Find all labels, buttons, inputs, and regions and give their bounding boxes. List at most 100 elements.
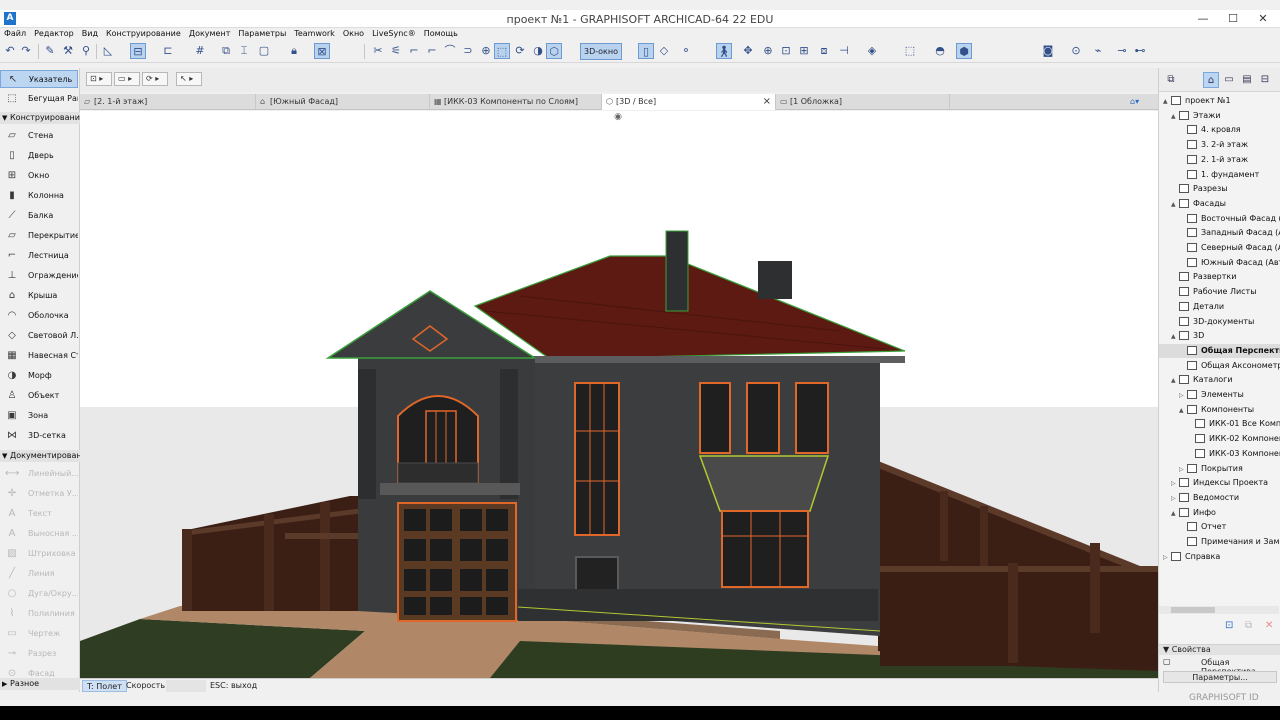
tab-3d[interactable]: ⬡ [3D / Все] × xyxy=(602,94,776,110)
menu-window[interactable]: Окно xyxy=(339,28,368,40)
expand-icon[interactable]: ▲ xyxy=(1171,374,1179,388)
expand-icon[interactable]: ▲ xyxy=(1179,404,1187,418)
tree-item[interactable]: Примечания и Замет xyxy=(1179,535,1280,549)
explore-icon[interactable]: ✥ xyxy=(740,43,756,59)
tool-b-icon[interactable]: ⊸ xyxy=(1114,43,1130,59)
menu-view[interactable]: Вид xyxy=(78,28,102,40)
tree-item[interactable]: Детали xyxy=(1171,300,1224,314)
tree-item[interactable]: Общая Перспектива xyxy=(1159,343,1280,358)
tool-column[interactable]: ▮ Колонна xyxy=(0,187,78,205)
adjust-icon[interactable]: ⌐ xyxy=(406,43,422,59)
tree-item[interactable]: Отчет xyxy=(1179,520,1226,534)
zoom-icon[interactable]: ⊞ xyxy=(796,43,812,59)
tree-item[interactable]: ▲ Компоненты xyxy=(1179,403,1254,417)
tool-beam[interactable]: ⟋ Балка xyxy=(0,207,78,225)
expand-icon[interactable]: ▲ xyxy=(1171,507,1179,521)
properties-header[interactable]: ▼ Свойства xyxy=(1159,645,1280,655)
eyedropper-icon[interactable]: ⚲ xyxy=(78,43,94,59)
tab-layout[interactable]: ▭ [1 Обложка] xyxy=(776,94,950,110)
tree-item[interactable]: ▷ Покрытия xyxy=(1179,462,1243,476)
tree-item[interactable]: Северный Фасад (Авто) xyxy=(1179,241,1280,255)
tool-window[interactable]: ⊞ Окно xyxy=(0,167,78,185)
tool-3d-mesh[interactable]: ⋈ 3D-сетка xyxy=(0,427,78,445)
cut-plane-icon[interactable]: ⊣ xyxy=(836,43,852,59)
guide-line-icon[interactable]: ⊟ xyxy=(130,43,146,59)
3d-view-icon[interactable]: ⬡ xyxy=(546,43,562,59)
tool-arc[interactable]: ○ Дуга/Окру... xyxy=(0,585,78,603)
tool-text[interactable]: A Текст xyxy=(0,505,78,523)
style-icon[interactable]: ◓ xyxy=(932,43,948,59)
toolbox-group-misc[interactable]: ▶ Разное xyxy=(0,678,80,690)
project-map-icon[interactable]: ⌂ xyxy=(1203,72,1219,88)
tree-item[interactable]: ▷ Справка xyxy=(1163,550,1220,564)
expand-icon[interactable]: ▷ xyxy=(1171,492,1179,506)
shading-icon[interactable]: ⬢ xyxy=(956,43,972,59)
tree-item[interactable]: Рабочие Листы xyxy=(1171,285,1257,299)
expand-icon[interactable]: ▷ xyxy=(1163,551,1171,565)
info-geometry-method[interactable]: ⊡ ▸ xyxy=(86,72,112,86)
expand-icon[interactable]: ▷ xyxy=(1179,463,1187,477)
tree-item[interactable]: ИКК-03 Компоненты xyxy=(1187,447,1280,461)
new-view-icon[interactable]: ⊡ xyxy=(1225,620,1233,631)
expand-icon[interactable]: ▲ xyxy=(1171,330,1179,344)
lock-icon[interactable]: 🔒︎ xyxy=(286,43,302,59)
menu-options[interactable]: Параметры xyxy=(234,28,290,40)
tree-item[interactable]: ▷ Элементы xyxy=(1179,388,1244,402)
tree-item[interactable]: 2. 1-й этаж xyxy=(1179,153,1248,167)
tool-fill[interactable]: ▨ Штриховка xyxy=(0,545,78,563)
tool-stair[interactable]: ⌐ Лестница xyxy=(0,247,78,265)
info-marquee-type[interactable]: ⟳ ▸ xyxy=(142,72,168,86)
tool-arrow[interactable]: ↖ Указатель xyxy=(0,70,78,88)
rotate-icon[interactable]: ⟳ xyxy=(512,43,528,59)
trim-icon[interactable]: ✂ xyxy=(370,43,386,59)
intersect-icon[interactable]: ⌐ xyxy=(424,43,440,59)
toolbox-group-document[interactable]: ▼ Документировани xyxy=(0,450,80,462)
tree-item[interactable]: ▲ Фасады xyxy=(1171,197,1226,211)
expand-icon[interactable]: ▲ xyxy=(1171,110,1179,124)
tab-list-icon[interactable]: ⌂▾ xyxy=(1126,94,1158,110)
tab-south-elevation[interactable]: ⌂ [Южный Фасад] xyxy=(256,94,430,110)
tree-item[interactable]: ▲ Инфо xyxy=(1171,506,1216,520)
tool-section[interactable]: ⊸ Разрез xyxy=(0,645,78,663)
tool-c-icon[interactable]: ⊷ xyxy=(1132,43,1148,59)
offset-icon[interactable]: ⊃ xyxy=(460,43,476,59)
tree-root[interactable]: ▲ проект №1 xyxy=(1163,94,1231,108)
grid-icon[interactable]: # xyxy=(192,43,208,59)
orbit-icon[interactable]: ⚬ xyxy=(678,43,694,59)
tree-item[interactable]: Разрезы xyxy=(1171,182,1228,196)
render-icon[interactable]: ◈ xyxy=(864,43,880,59)
tree-item[interactable]: ▲ 3D xyxy=(1171,329,1204,343)
snap-icon[interactable]: ⊠ xyxy=(314,43,330,59)
scroll-thumb[interactable] xyxy=(1171,607,1215,613)
tab-schedule[interactable]: ▦ [ИКК-03 Компоненты по Слоям] xyxy=(430,94,602,110)
select-icon[interactable]: ⬚ xyxy=(494,43,510,59)
film-icon[interactable]: ⊙ xyxy=(1068,43,1084,59)
magic-wand-icon[interactable]: ⚒ xyxy=(60,43,76,59)
tab-floor-plan[interactable]: ▱ [2. 1-й этаж] xyxy=(80,94,256,110)
tool-slab[interactable]: ▱ Перекрытие xyxy=(0,227,78,245)
tool-zone[interactable]: ▣ Зона xyxy=(0,407,78,425)
tree-item[interactable]: 3D-документы xyxy=(1171,315,1254,329)
3d-viewport[interactable]: ◉ xyxy=(80,111,1158,678)
redo-icon[interactable]: ↷ xyxy=(18,43,34,59)
tool-label[interactable]: A Выносная ... xyxy=(0,525,78,543)
layout-book-icon[interactable]: ▤ xyxy=(1239,72,1255,88)
3d-window-button[interactable]: 3D-окно xyxy=(580,43,622,60)
maximize-button[interactable]: ☐ xyxy=(1218,11,1248,27)
cursor-snap-icon[interactable]: ⌶ xyxy=(236,43,252,59)
move-icon[interactable]: ⊕ xyxy=(478,43,494,59)
section-icon[interactable]: ⧈ xyxy=(816,43,832,59)
tool-line[interactable]: ╱ Линия xyxy=(0,565,78,583)
publisher-icon[interactable]: ⊟ xyxy=(1257,72,1273,88)
cube-icon[interactable]: ◇ xyxy=(656,43,672,59)
view-map-icon[interactable]: ▭ xyxy=(1221,72,1237,88)
pencil-icon[interactable]: ✎ xyxy=(42,43,58,59)
undo-icon[interactable]: ↶ xyxy=(2,43,18,59)
tool-dimension[interactable]: ⟷ Линейный... xyxy=(0,465,78,483)
tool-a-icon[interactable]: ⌁ xyxy=(1090,43,1106,59)
fillet-icon[interactable]: ⌒ xyxy=(442,43,458,59)
speed-field[interactable] xyxy=(166,680,206,692)
tree-item[interactable]: ▷ Ведомости xyxy=(1171,491,1239,505)
minimize-button[interactable]: — xyxy=(1188,11,1218,27)
menu-help[interactable]: Помощь xyxy=(420,28,462,40)
